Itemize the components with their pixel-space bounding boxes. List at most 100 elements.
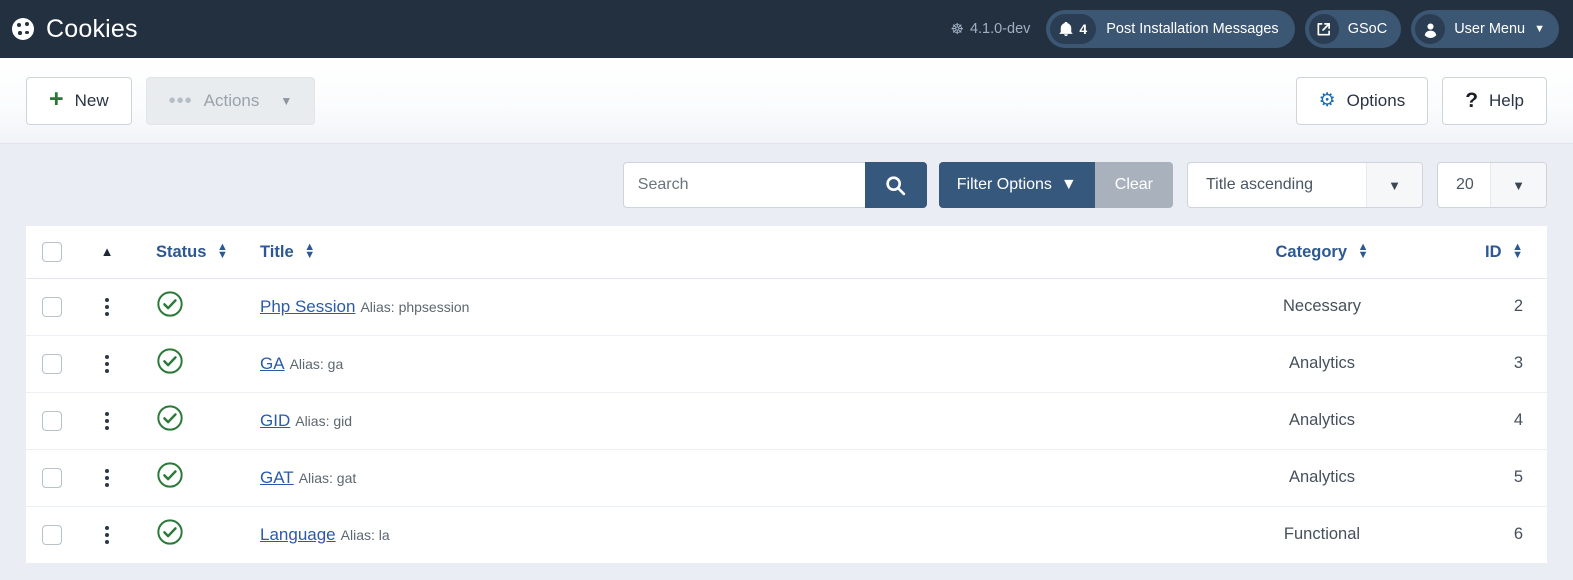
column-header-title[interactable]: Title ▲ ▼ <box>236 226 1207 279</box>
column-header-category-label: Category <box>1275 242 1348 261</box>
row-category-cell: Functional <box>1283 525 1361 544</box>
row-actions-icon[interactable] <box>102 523 112 547</box>
post-installation-messages-button[interactable]: 4 Post Installation Messages <box>1046 10 1295 48</box>
row-alias-label: Alias: phpsession <box>360 298 470 315</box>
column-header-ordering[interactable]: ▲ <box>78 226 136 279</box>
published-check-icon[interactable] <box>156 518 184 546</box>
row-actions-icon[interactable] <box>102 352 112 376</box>
help-button[interactable]: ? Help <box>1442 76 1547 125</box>
sort-asc-icon: ▲ <box>100 244 114 260</box>
row-alias-label: Alias: gid <box>295 412 353 429</box>
sort-select-value: Title ascending <box>1206 176 1314 193</box>
cookies-table-card: ▲ Status ▲ ▼ Title ▲ ▼ Category ▲ ▼ ID ▲… <box>26 226 1547 563</box>
toolbar: + New ••• Actions ▼ ⚙ Options ? Help <box>0 58 1573 144</box>
new-button[interactable]: + New <box>26 76 132 125</box>
help-button-label: Help <box>1489 90 1524 110</box>
content-area: Filter Options ▼ Clear Title ascending ▼… <box>0 144 1573 563</box>
row-category-cell: Analytics <box>1207 449 1437 507</box>
sort-toggle-icon: ▲ ▼ <box>1512 240 1523 261</box>
notification-count: 4 <box>1079 21 1088 37</box>
options-button-label: Options <box>1346 90 1406 110</box>
actions-button-label: Actions <box>203 90 260 110</box>
notification-badge: 4 <box>1050 14 1097 44</box>
row-checkbox[interactable] <box>42 296 62 317</box>
actions-button[interactable]: ••• Actions ▼ <box>145 76 316 125</box>
published-check-icon[interactable] <box>156 347 184 375</box>
row-actions-icon[interactable] <box>102 466 112 490</box>
column-header-status[interactable]: Status ▲ ▼ <box>136 226 236 279</box>
gsoc-label: GSoC <box>1347 21 1388 37</box>
row-alias-label: Alias: gat <box>298 469 357 486</box>
row-actions-icon[interactable] <box>102 295 112 319</box>
sort-toggle-icon: ▲ ▼ <box>1357 240 1369 261</box>
row-select-cell <box>26 278 78 336</box>
row-title-link[interactable]: GA <box>260 354 285 373</box>
row-title-link[interactable]: GAT <box>260 468 294 487</box>
filter-options-button[interactable]: Filter Options ▼ <box>938 162 1095 208</box>
row-id-cell: 2 <box>1437 278 1547 336</box>
select-all-checkbox[interactable] <box>42 241 62 262</box>
row-id-cell: 5 <box>1437 449 1547 507</box>
row-actions-cell <box>78 506 136 563</box>
search-input[interactable] <box>622 162 865 208</box>
row-select-cell <box>26 392 78 450</box>
row-title-cell: GAT Alias: gat <box>236 449 1207 507</box>
row-select-cell <box>26 449 78 507</box>
sort-select[interactable]: Title ascending ▼ <box>1187 162 1423 208</box>
published-check-icon[interactable] <box>156 461 184 489</box>
column-header-checkall <box>26 226 78 279</box>
row-checkbox[interactable] <box>42 524 62 545</box>
row-title-link[interactable]: Language <box>260 525 336 544</box>
chevron-down-icon: ▼ <box>1060 176 1077 193</box>
row-status-cell <box>136 449 236 507</box>
row-title-link[interactable]: Php Session <box>260 297 355 316</box>
chevron-down-icon[interactable]: ▼ <box>1490 163 1546 207</box>
version-indicator: ☸ 4.1.0-dev <box>950 21 1030 37</box>
ellipsis-horizontal-icon: ••• <box>168 89 193 112</box>
published-check-icon[interactable] <box>156 290 184 318</box>
bell-icon <box>1059 22 1073 36</box>
column-header-id-label: ID <box>1485 242 1502 261</box>
row-actions-cell <box>78 278 136 336</box>
table-row: Language Alias: la Functional 6 <box>26 506 1547 563</box>
search-button[interactable] <box>864 162 927 208</box>
row-select-cell <box>26 335 78 393</box>
row-checkbox[interactable] <box>42 410 62 431</box>
table-row: Php Session Alias: phpsession Necessary 2 <box>26 278 1547 336</box>
user-menu-button[interactable]: User Menu ▼ <box>1411 10 1559 48</box>
toolbar-left: + New ••• Actions ▼ <box>26 76 316 125</box>
chevron-down-icon[interactable]: ▼ <box>1366 163 1422 207</box>
row-id-cell: 6 <box>1513 525 1523 544</box>
column-header-category[interactable]: Category ▲ ▼ <box>1207 226 1437 279</box>
search-group <box>622 162 927 208</box>
user-avatar-icon <box>1415 14 1446 44</box>
published-check-icon[interactable] <box>156 404 184 432</box>
row-checkbox[interactable] <box>42 467 62 488</box>
row-status-cell <box>136 506 236 563</box>
column-header-title-label: Title <box>260 242 294 261</box>
row-select-cell <box>26 506 78 563</box>
search-icon <box>886 175 906 195</box>
row-checkbox[interactable] <box>42 353 62 374</box>
row-id-cell: 3 <box>1437 335 1547 393</box>
table-row: GID Alias: gid Analytics 4 <box>26 392 1547 450</box>
header-actions: ☸ 4.1.0-dev 4 Post Installation Messages… <box>950 10 1559 48</box>
filter-options-label: Filter Options <box>956 176 1052 193</box>
row-alias-label: Alias: la <box>340 526 390 543</box>
table-row: GA Alias: ga Analytics 3 <box>26 335 1547 393</box>
row-title-link[interactable]: GID <box>260 411 290 430</box>
gsoc-button[interactable]: GSoC <box>1304 10 1402 48</box>
row-status-cell <box>136 392 236 450</box>
new-button-label: New <box>74 90 109 110</box>
table-row: GAT Alias: gat Analytics 5 <box>26 449 1547 507</box>
options-button[interactable]: ⚙ Options <box>1295 76 1429 125</box>
chevron-down-icon: ▼ <box>1534 23 1545 35</box>
cookies-table: ▲ Status ▲ ▼ Title ▲ ▼ Category ▲ ▼ ID ▲… <box>26 226 1547 563</box>
column-header-id[interactable]: ID ▲ ▼ <box>1437 226 1547 279</box>
gear-icon: ⚙ <box>1318 90 1336 111</box>
filter-group: Filter Options ▼ Clear <box>938 162 1173 208</box>
clear-button[interactable]: Clear <box>1094 162 1173 208</box>
admin-header: Cookies ☸ 4.1.0-dev 4 Post Installation … <box>0 0 1573 58</box>
list-limit-select[interactable]: 20 ▼ <box>1437 162 1547 208</box>
row-actions-icon[interactable] <box>102 409 112 433</box>
